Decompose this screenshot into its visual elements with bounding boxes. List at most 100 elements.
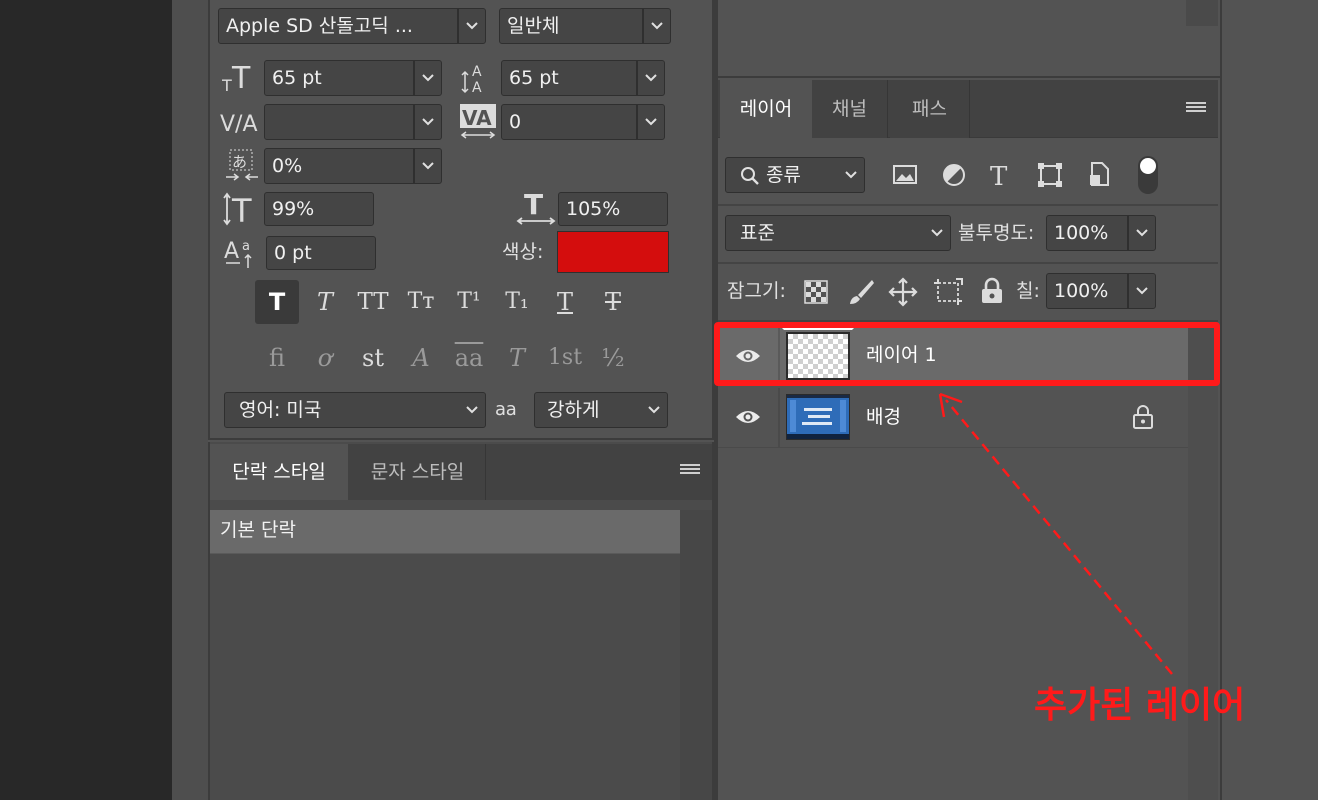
antialias-value: 강하게 (547, 399, 600, 421)
ligature-button[interactable]: ﬁ (255, 336, 299, 380)
chevron-down-icon (422, 162, 434, 170)
layer-filter-dropdown[interactable]: 종류 (725, 157, 865, 193)
tracking-icon: VA (460, 104, 496, 139)
chevron-down-icon (1136, 229, 1148, 237)
chevron-down-icon (651, 22, 663, 30)
style-list-top-gap (210, 500, 712, 510)
small-caps-button[interactable]: Tт (399, 280, 443, 324)
tab-layers[interactable]: 레이어 (720, 80, 812, 138)
adjustment-filter-icon[interactable] (940, 161, 968, 189)
layers-scrollbar[interactable] (1188, 326, 1218, 800)
leading-value: 65 pt (509, 67, 559, 89)
chevron-down-icon (422, 74, 434, 82)
all-caps-button[interactable]: TT (351, 280, 395, 324)
font-size-dropdown[interactable]: 65 pt (264, 60, 442, 96)
list-item-label: 기본 단락 (220, 519, 296, 541)
shape-filter-icon[interactable] (1036, 161, 1064, 189)
toggle-knob (1140, 158, 1156, 174)
chevron-down-icon (931, 229, 943, 237)
color-label: 색상: (502, 241, 544, 263)
separator (718, 204, 1218, 206)
svg-text:VA: VA (462, 106, 492, 130)
titling-alternates-button[interactable]: T (495, 336, 539, 380)
svg-text:a: a (242, 239, 250, 254)
image-filter-icon[interactable] (892, 163, 920, 187)
chevron-down-icon (648, 406, 660, 414)
discretionary-ligature-button[interactable]: st (351, 336, 395, 380)
opacity-dropdown[interactable]: 100% (1046, 215, 1156, 251)
svg-text:V/A: V/A (220, 112, 258, 137)
subscript-button[interactable]: T₁ (495, 280, 539, 324)
filter-toggle-switch[interactable] (1138, 156, 1158, 194)
strikethrough-button[interactable]: T (591, 280, 635, 324)
kerning-icon: V/A (220, 112, 258, 137)
chevron-down-icon (466, 406, 478, 414)
top-right-scrollbar[interactable] (1186, 0, 1218, 26)
faux-italic-button[interactable]: T (303, 280, 347, 324)
annotation-label: 추가된 레이어 (1034, 685, 1246, 726)
opacity-label: 불투명도: (958, 222, 1035, 244)
lock-transparent-pixels-icon[interactable] (804, 280, 828, 304)
svg-text:A: A (472, 64, 482, 80)
opacity-value: 100% (1054, 222, 1109, 244)
svg-text:A: A (224, 239, 239, 264)
language-value: 영어: 미국 (239, 399, 322, 421)
tracking-value: 0 (509, 111, 522, 133)
lock-position-icon[interactable] (888, 277, 918, 307)
left-dark-area (0, 0, 172, 800)
lock-artboard-icon[interactable] (932, 277, 964, 307)
right-edge-area (1220, 0, 1318, 800)
layer-thumbnail[interactable] (786, 394, 850, 440)
stylistic-alternates-button[interactable]: aa (447, 336, 491, 380)
chevron-down-icon (422, 118, 434, 126)
list-item[interactable]: 기본 단락 (210, 510, 680, 554)
ordinals-button[interactable]: 1st (543, 336, 587, 380)
font-size-value: 65 pt (272, 67, 322, 89)
lock-all-icon[interactable] (980, 277, 1004, 305)
smart-object-filter-icon[interactable] (1086, 161, 1112, 189)
superscript-button[interactable]: T¹ (447, 280, 491, 324)
baseline-shift-input[interactable]: 0 pt (266, 236, 376, 270)
tab-channels[interactable]: 채널 (812, 80, 888, 138)
kerning-dropdown[interactable] (264, 104, 442, 140)
vertical-scale-input[interactable]: 99% (264, 192, 374, 226)
separator (718, 262, 1218, 264)
text-color-swatch[interactable] (557, 231, 669, 273)
svg-text:T: T (222, 76, 232, 94)
tsume-dropdown[interactable]: 0% (264, 148, 442, 184)
lock-image-pixels-icon[interactable] (846, 277, 876, 307)
chevron-down-icon (645, 118, 657, 126)
swash-button[interactable]: A (399, 336, 443, 380)
panel-menu-icon[interactable] (680, 464, 700, 478)
tracking-dropdown[interactable]: 0 (501, 104, 665, 140)
language-dropdown[interactable]: 영어: 미국 (224, 392, 486, 428)
underline-button[interactable]: T (543, 280, 587, 324)
blend-mode-dropdown[interactable]: 표준 (725, 215, 951, 251)
font-size-icon: T T (222, 62, 251, 94)
tab-paragraph-styles[interactable]: 단락 스타일 (210, 444, 348, 500)
svg-text:あ: あ (232, 153, 247, 171)
eye-icon[interactable] (734, 407, 762, 427)
panel-menu-icon[interactable] (1186, 102, 1206, 116)
antialias-dropdown[interactable]: 강하게 (534, 392, 668, 428)
chevron-down-icon (466, 22, 478, 30)
svg-text:T: T (231, 192, 252, 226)
style-list-scrollbar[interactable] (680, 510, 712, 800)
old-style-button[interactable]: ơ (303, 336, 347, 380)
tab-paths[interactable]: 패스 (890, 80, 970, 138)
leading-dropdown[interactable]: 65 pt (501, 60, 665, 96)
fill-label: 칠: (1016, 280, 1040, 302)
fill-dropdown[interactable]: 100% (1046, 273, 1156, 309)
vertical-scale-icon: T (223, 192, 252, 226)
lock-label: 잠그기: (727, 280, 786, 302)
font-style-dropdown[interactable]: 일반체 (499, 8, 671, 44)
fractions-button[interactable]: ½ (591, 336, 635, 380)
horizontal-scale-input[interactable]: 105% (558, 192, 668, 226)
font-style-value: 일반체 (507, 15, 560, 37)
tab-character-styles[interactable]: 문자 스타일 (350, 444, 486, 500)
faux-bold-button[interactable]: T (255, 280, 299, 324)
svg-text:T: T (231, 62, 251, 94)
font-family-dropdown[interactable]: Apple SD 산돌고딕 ... (218, 8, 486, 44)
type-filter-icon[interactable]: T (988, 161, 1014, 189)
layer-name[interactable]: 배경 (866, 388, 901, 446)
